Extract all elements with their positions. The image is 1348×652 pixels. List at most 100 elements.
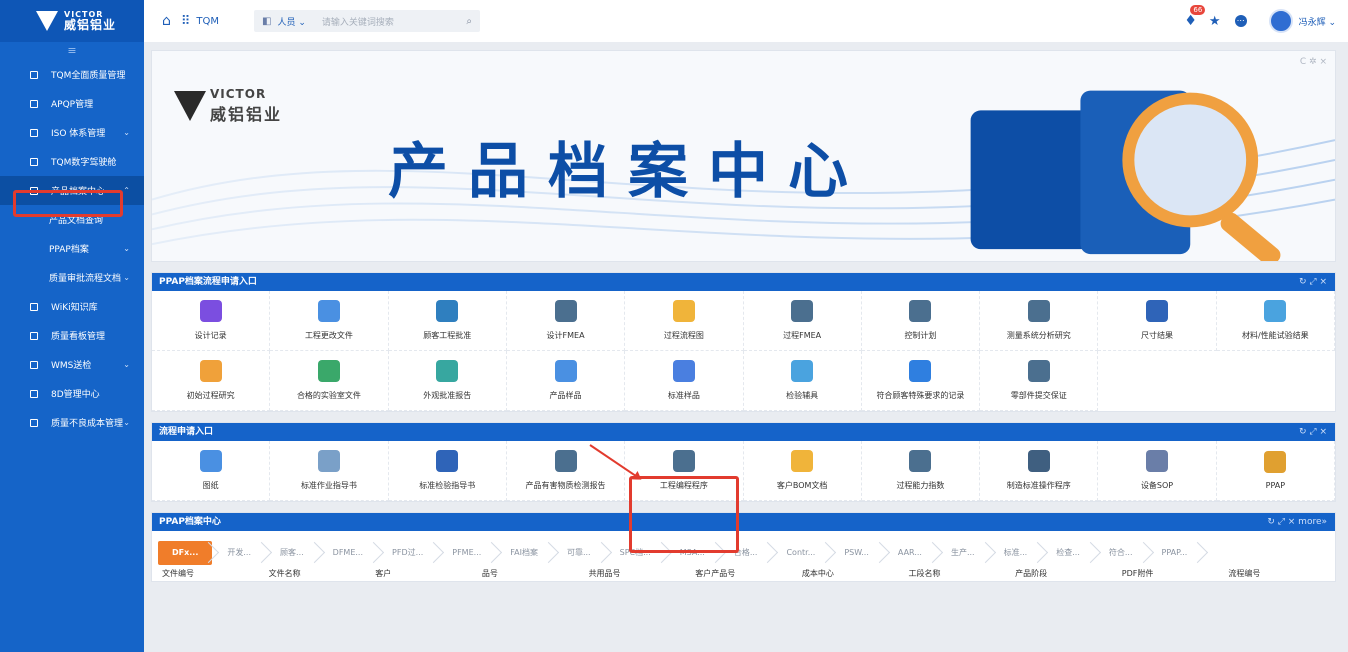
clipboard-icon <box>436 360 459 382</box>
panel-controls[interactable]: ↻ ⤢ × <box>1299 273 1327 291</box>
search-bar: ◧ 人员 ⌄ 请输入关键词搜索 ⌕ <box>254 10 481 32</box>
entry-item[interactable]: 制造标准操作程序 <box>980 441 1099 501</box>
column-header[interactable]: 客户产品号 <box>695 568 802 579</box>
search-scope-select[interactable]: 人员 ⌄ <box>277 15 305 28</box>
menu-collapse-icon[interactable]: ≡ <box>0 42 144 60</box>
entry-item[interactable]: 材料/性能试验结果 <box>1216 291 1335 351</box>
entry-item[interactable]: 符合顾客特殊要求的记录 <box>861 351 981 411</box>
entry-item[interactable]: 产品样品 <box>506 351 626 411</box>
user-menu[interactable]: 冯永辉 ⌄ <box>1299 15 1336 28</box>
entry-item[interactable]: 设备SOP <box>1098 441 1217 501</box>
doc-icon <box>30 360 38 369</box>
tab-archive[interactable]: FAI档案 <box>496 541 552 565</box>
column-header[interactable]: 文件名称 <box>269 568 376 579</box>
home-icon[interactable]: ⌂ <box>162 13 171 29</box>
entry-item[interactable]: 合格的实验室文件 <box>270 351 389 411</box>
circle-doc-icon <box>317 300 340 322</box>
apps-grid-icon[interactable]: ⠿ <box>181 14 191 29</box>
sidebar-item-quality-board[interactable]: 质量看板管理 <box>0 321 144 350</box>
sidebar-item-tqm[interactable]: TQM全面质量管理 <box>0 60 144 89</box>
entry-item[interactable]: 初始过程研究 <box>152 351 271 411</box>
favorites-star-icon[interactable]: ★ <box>1209 14 1221 29</box>
panel-title: PPAP档案中心 <box>159 517 221 527</box>
banner-controls[interactable]: C ✲ × <box>1300 57 1327 67</box>
entry-item-label: 标准检验指导书 <box>419 481 476 490</box>
entry-item-label: 零部件提交保证 <box>1010 391 1067 400</box>
sidebar-item-label: TQM数字驾驶舱 <box>51 158 117 168</box>
entry-item[interactable]: 测量系统分析研究 <box>980 291 1099 351</box>
search-icon[interactable]: ⌕ <box>466 16 472 27</box>
column-header[interactable]: 流程编号 <box>1228 568 1335 579</box>
entry-item[interactable]: 外观批准报告 <box>388 351 507 411</box>
more-options-icon[interactable]: ⋯ <box>1234 15 1247 27</box>
entry-item[interactable]: 工程更改文件 <box>270 291 389 351</box>
entry-item[interactable]: 过程FMEA <box>743 291 862 351</box>
brand-logo[interactable]: VICTOR 威铝铝业 <box>0 0 144 42</box>
tab-archive[interactable]: PFME... <box>438 541 495 565</box>
sidebar-item-approval-docs[interactable]: 质量审批流程文档 ⌄ <box>0 263 144 292</box>
tab-archive[interactable]: Contr... <box>772 541 829 565</box>
entry-item[interactable]: 设计FMEA <box>506 291 626 351</box>
entry-item[interactable]: PPAP <box>1216 441 1335 501</box>
column-header[interactable]: 成本中心 <box>802 568 909 579</box>
column-header[interactable]: 工段名称 <box>908 568 1015 579</box>
entry-item[interactable]: 标准样品 <box>625 351 744 411</box>
process-icon <box>791 300 814 322</box>
tab-archive[interactable]: PFD过... <box>378 541 437 565</box>
tab-archive[interactable]: 可靠... <box>553 541 605 565</box>
sidebar-item-ppap[interactable]: PPAP档案 ⌄ <box>0 234 144 263</box>
entry-item[interactable]: 控制计划 <box>861 291 981 351</box>
column-header[interactable]: 文件编号 <box>162 568 269 579</box>
search-input[interactable]: 请输入关键词搜索 <box>322 15 467 28</box>
column-header[interactable]: PDF附件 <box>1122 568 1229 579</box>
entry-item[interactable]: 标准检验指导书 <box>388 441 507 501</box>
panel-controls[interactable]: ↻ ⤢ × more» <box>1267 513 1327 531</box>
tab-archive[interactable]: DFME... <box>319 541 377 565</box>
tab-archive[interactable]: PSW... <box>830 541 883 565</box>
entry-item[interactable]: 过程流程图 <box>625 291 744 351</box>
entry-item[interactable]: 顾客工程批准 <box>388 291 507 351</box>
highlight-box-sidebar <box>13 190 123 217</box>
entry-item[interactable]: 图纸 <box>152 441 271 501</box>
tab-archive[interactable]: PPAP... <box>1148 541 1202 565</box>
sidebar-item-wms[interactable]: WMS送检 ⌄ <box>0 350 144 379</box>
sidebar-item-iso[interactable]: ISO 体系管理 ⌄ <box>0 118 144 147</box>
column-header[interactable]: 产品阶段 <box>1015 568 1122 579</box>
sidebar-item-8d[interactable]: 8D管理中心 <box>0 379 144 408</box>
search-scope-label: 人员 <box>277 17 296 28</box>
banner-brand-en: VICTOR <box>210 87 267 101</box>
sidebar-item-wiki[interactable]: WiKi知识库 <box>0 292 144 321</box>
tab-archive[interactable]: 顾客... <box>266 541 318 565</box>
entry-item[interactable]: 过程能力指数 <box>861 441 981 501</box>
ppap-icon <box>1264 451 1287 473</box>
sidebar-item-label: 质量不良成本管理 <box>51 419 124 429</box>
column-header[interactable]: 品号 <box>482 568 589 579</box>
tab-archive[interactable]: 检查... <box>1042 541 1094 565</box>
sidebar-item-cockpit[interactable]: TQM数字驾驶舱 <box>0 147 144 176</box>
tab-archive[interactable]: AAR... <box>884 541 936 565</box>
sidebar-item-cost[interactable]: 质量不良成本管理 ⌄ <box>0 408 144 437</box>
entry-item[interactable]: 检验辅具 <box>743 351 862 411</box>
entry-item[interactable]: 标准作业指导书 <box>270 441 389 501</box>
column-header[interactable]: 客户 <box>375 568 482 579</box>
panel-controls[interactable]: ↻ ⤢ × <box>1299 423 1327 441</box>
entry-item[interactable]: 尺寸结果 <box>1098 291 1217 351</box>
tab-archive[interactable]: 开发... <box>213 541 265 565</box>
entry-item[interactable]: 客户BOM文档 <box>743 441 862 501</box>
entry-item[interactable]: 产品有害物质检测报告 <box>506 441 626 501</box>
tab-archive[interactable]: DFx... <box>158 541 213 565</box>
tab-archive[interactable]: 标准... <box>990 541 1042 565</box>
entry-item-label: 测量系统分析研究 <box>1006 331 1071 340</box>
entry-item[interactable]: 零部件提交保证 <box>980 351 1099 411</box>
logo-mark-icon <box>174 91 206 121</box>
app-name[interactable]: TQM <box>196 16 219 27</box>
tab-archive[interactable]: 生产... <box>937 541 989 565</box>
study-icon <box>199 360 222 382</box>
column-header[interactable]: 共用品号 <box>589 568 696 579</box>
avatar[interactable] <box>1268 9 1293 33</box>
tab-archive[interactable]: 符合... <box>1095 541 1147 565</box>
entry-item[interactable]: 设计记录 <box>152 291 271 351</box>
sidebar-item-apqp[interactable]: APQP管理 <box>0 89 144 118</box>
notification-bell-icon[interactable]: ♦ 66 <box>1184 5 1206 29</box>
main-content: VICTOR 威铝铝业 产品档案中心 C ✲ × PPAP档案流程申请入口 ↻ ⤢… <box>151 50 1336 652</box>
